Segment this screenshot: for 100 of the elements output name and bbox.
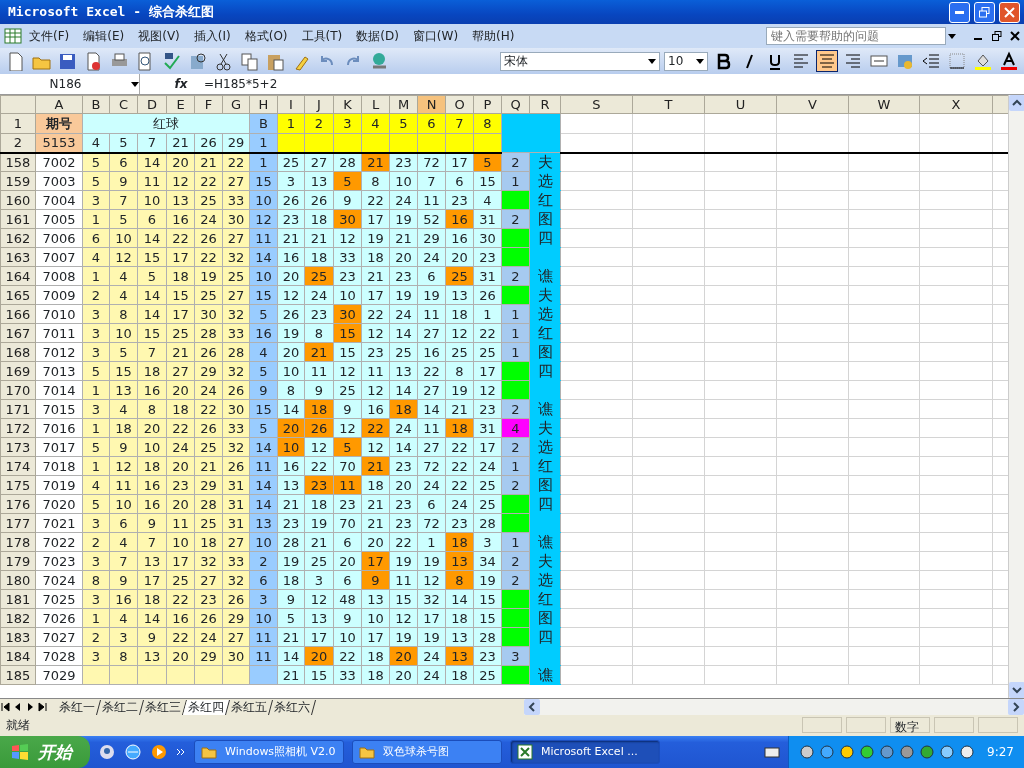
chevron-icon[interactable] (176, 747, 186, 757)
first-sheet-icon[interactable] (0, 701, 12, 713)
browser-icon[interactable] (124, 743, 142, 761)
dropdown-arrow-icon (696, 57, 704, 65)
spreadsheet-icon (517, 744, 533, 760)
scroll-left-icon[interactable] (524, 699, 540, 715)
cut-icon (213, 51, 233, 71)
sheet-tab[interactable]: 杀红一 (54, 699, 101, 715)
chat-icon[interactable] (839, 744, 856, 760)
font-dropdown[interactable]: 宋体 (500, 51, 660, 71)
scroll-right-icon[interactable] (1008, 699, 1024, 715)
row-header[interactable]: 1 (0, 113, 36, 134)
borders-icon (947, 51, 967, 71)
status-pane (846, 717, 886, 733)
dropdown-arrow-icon (131, 80, 139, 88)
status-pane (978, 717, 1018, 733)
column-header[interactable]: Q (501, 95, 530, 114)
last-sheet-icon[interactable] (36, 701, 48, 713)
media-player-icon[interactable] (150, 743, 168, 761)
menu-item[interactable]: 格式(O) (237, 26, 295, 46)
minimize-icon (955, 10, 964, 14)
close-button[interactable] (999, 1, 1020, 23)
umbrella-icon[interactable] (919, 744, 936, 760)
shield-icon[interactable] (859, 744, 876, 760)
close-icon (1004, 6, 1015, 18)
align-left-icon (791, 51, 811, 71)
taskbar-button[interactable]: Windows照相机 V2.0 (194, 740, 344, 764)
column-header[interactable]: E (166, 95, 195, 114)
monitor-icon[interactable] (879, 744, 896, 760)
column-header[interactable]: U (704, 95, 777, 114)
column-header[interactable]: H (249, 95, 278, 114)
speaker-icon[interactable] (899, 744, 916, 760)
vertical-scrollbar[interactable] (1008, 95, 1024, 698)
function-label[interactable]: fx (166, 75, 196, 93)
scroll-down-icon[interactable] (1009, 682, 1024, 698)
taskbar-button[interactable]: 双色球杀号图 (352, 740, 502, 764)
menu-item[interactable]: 插入(I) (186, 26, 238, 46)
toolbar-button[interactable] (998, 50, 1020, 72)
formula-field[interactable]: =H185*5+2 (204, 75, 278, 93)
folder-icon (201, 744, 217, 760)
column-header[interactable]: P (473, 95, 502, 114)
menu-item[interactable]: 文件(F) (22, 26, 77, 46)
column-header[interactable]: L (361, 95, 390, 114)
save-icon (57, 51, 77, 71)
column-header[interactable]: V (776, 95, 849, 114)
menu-item[interactable]: 数据(D) (349, 26, 406, 46)
status-pane (802, 717, 842, 733)
restore-icon (979, 6, 990, 18)
menu-item[interactable]: 工具(T) (294, 26, 350, 46)
network-icon[interactable] (819, 744, 836, 760)
menu-item[interactable]: 帮助(H) (465, 26, 522, 46)
column-header[interactable]: B (82, 95, 110, 114)
taskbar-button[interactable]: Microsoft Excel ... (510, 740, 660, 764)
font-size-dropdown[interactable]: 10 (664, 51, 708, 71)
name-box[interactable]: N186 (0, 74, 140, 94)
globe-icon[interactable] (939, 744, 956, 760)
menu-item[interactable]: 视图(V) (131, 26, 187, 46)
column-header[interactable]: J (304, 95, 334, 114)
sheet-tab[interactable]: 杀红五 (226, 699, 273, 715)
help-search-field[interactable]: 键入需要帮助的问题 (766, 27, 946, 45)
windows-flag-icon (10, 742, 30, 762)
column-header[interactable]: N (417, 95, 446, 114)
menu-item[interactable]: 窗口(W) (405, 26, 466, 46)
align-center-icon (817, 51, 837, 71)
column-header[interactable]: D (137, 95, 167, 114)
column-header[interactable]: G (222, 95, 250, 114)
column-header[interactable]: C (109, 95, 138, 114)
column-header[interactable]: O (445, 95, 474, 114)
dropdown-arrow-icon (648, 57, 656, 65)
align-button[interactable] (816, 50, 838, 72)
column-header[interactable]: W (848, 95, 920, 114)
input-method-icon[interactable] (959, 744, 976, 760)
keyboard-icon[interactable] (764, 744, 781, 760)
status-pane (934, 717, 974, 733)
copy-icon (239, 51, 259, 71)
column-header[interactable]: K (333, 95, 362, 114)
column-header[interactable]: I (277, 95, 305, 114)
minimize-button[interactable] (949, 1, 970, 23)
horizontal-scrollbar[interactable] (524, 699, 1024, 715)
status-mode: 数字 (890, 717, 930, 733)
scroll-up-icon[interactable] (1009, 95, 1024, 111)
column-header[interactable]: M (389, 95, 418, 114)
column-header[interactable]: A (35, 95, 83, 114)
column-header[interactable]: X (919, 95, 993, 114)
spreadsheet-icon (4, 28, 22, 44)
restore-button[interactable] (974, 1, 995, 23)
close-icon[interactable] (1010, 31, 1020, 41)
column-header[interactable]: S (560, 95, 633, 114)
sheet-tab[interactable]: 杀红四 (183, 699, 230, 715)
sheet-tab[interactable]: 杀红六 (269, 699, 316, 715)
camera-icon[interactable] (799, 744, 816, 760)
sheet-tab[interactable]: 杀红二 (97, 699, 144, 715)
status-text: 就绪 (6, 717, 31, 734)
messenger-icon[interactable] (98, 743, 116, 761)
column-header[interactable]: T (632, 95, 705, 114)
clock: 9:27 (987, 744, 1014, 761)
column-header[interactable]: F (194, 95, 223, 114)
column-header[interactable]: R (529, 95, 561, 114)
restore-icon[interactable] (992, 31, 1002, 41)
menu-item[interactable]: 编辑(E) (76, 26, 132, 46)
